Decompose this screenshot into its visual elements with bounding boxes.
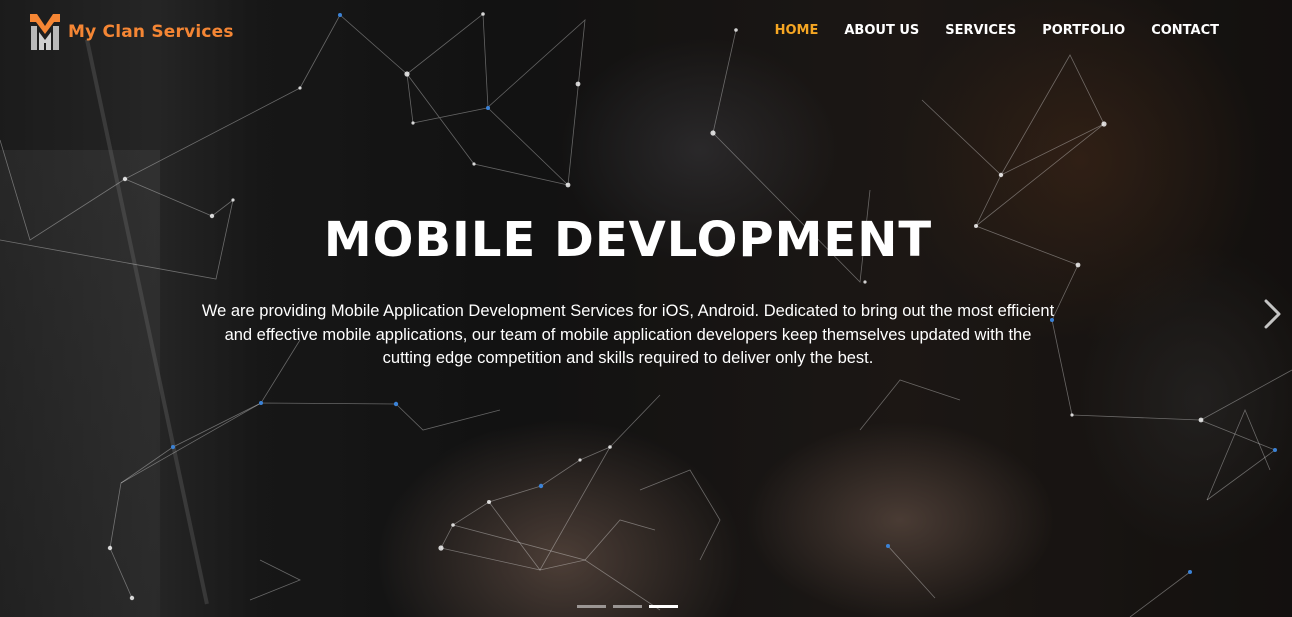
nav-item-about-us[interactable]: ABOUT US [844, 23, 919, 38]
nav-item-contact[interactable]: CONTACT [1151, 23, 1219, 38]
hero-description: We are providing Mobile Application Deve… [201, 302, 1055, 367]
top-navbar: My Clan Services HOME ABOUT US SERVICES … [0, 0, 1292, 64]
hero-title: MOBILE DEVLOPMENT [323, 212, 933, 268]
nav-item-home[interactable]: HOME [775, 23, 819, 38]
carousel-indicator-1[interactable] [577, 605, 606, 608]
hero-section: My Clan Services HOME ABOUT US SERVICES … [0, 0, 1292, 617]
nav-item-portfolio[interactable]: PORTFOLIO [1042, 23, 1125, 38]
carousel-indicators [577, 605, 678, 608]
brand-name: My Clan Services [68, 22, 234, 42]
nav-item-services[interactable]: SERVICES [945, 23, 1016, 38]
carousel-indicator-3[interactable] [649, 605, 678, 608]
main-nav-menu: HOME ABOUT US SERVICES PORTFOLIO CONTACT [775, 23, 1219, 38]
chevron-right-icon[interactable] [1260, 298, 1284, 330]
brand-logo[interactable]: My Clan Services [28, 12, 234, 52]
carousel-indicator-2[interactable] [613, 605, 642, 608]
my-clan-logo-icon [30, 14, 60, 50]
